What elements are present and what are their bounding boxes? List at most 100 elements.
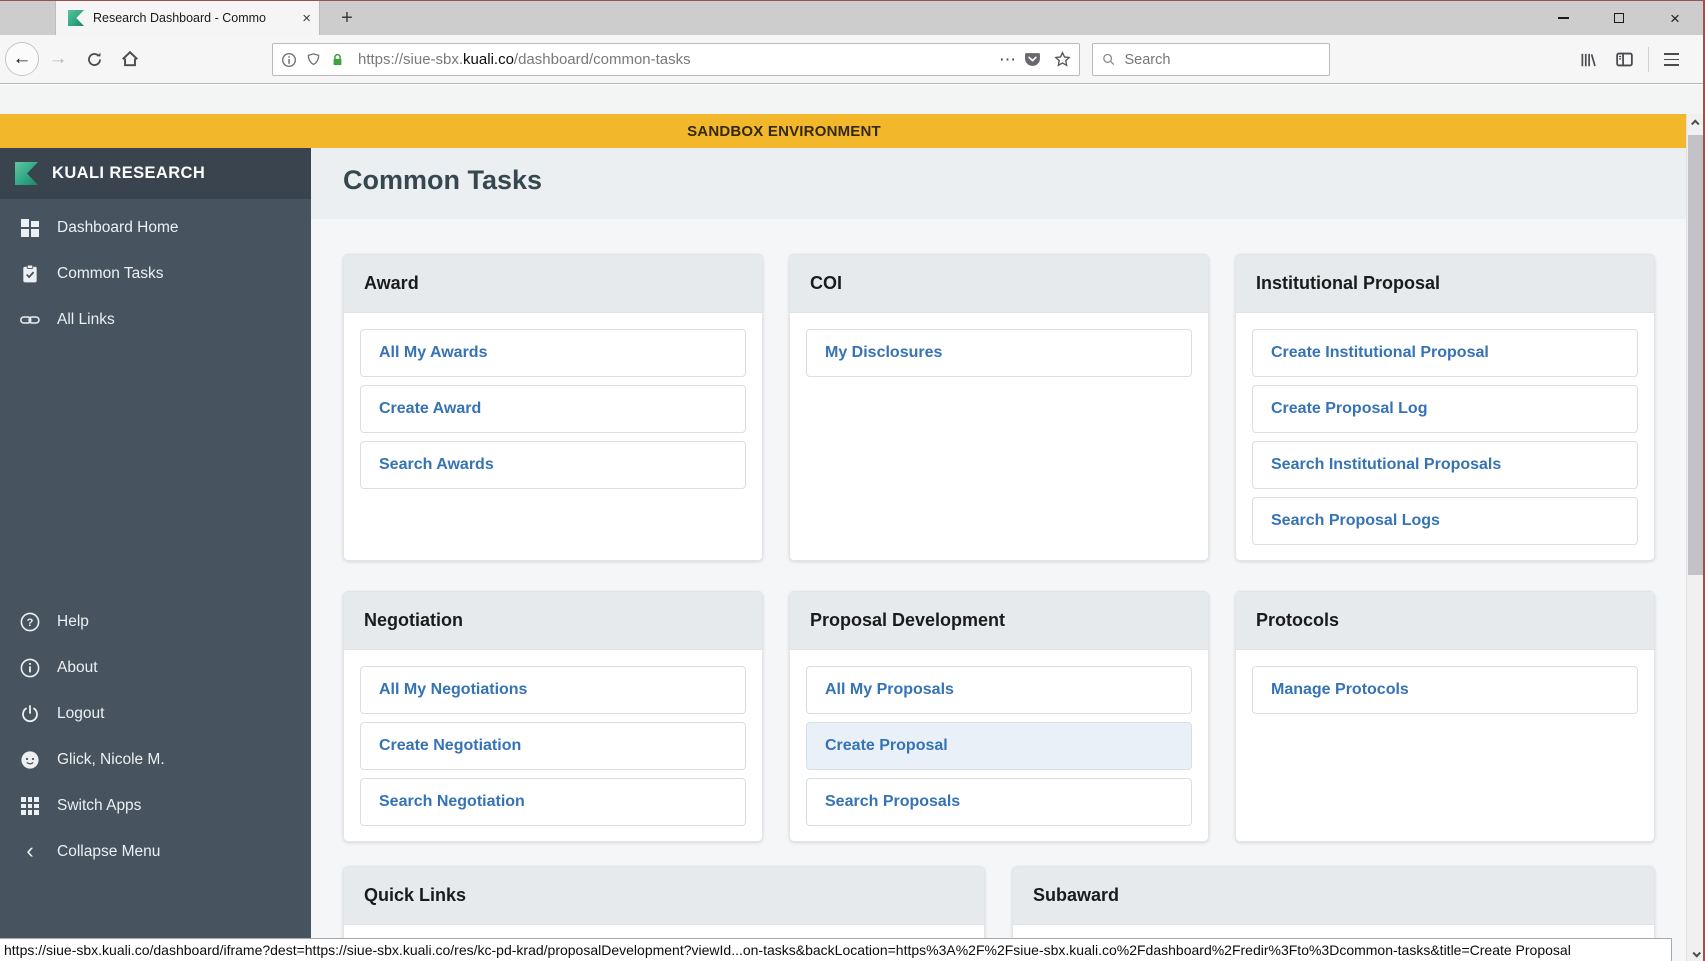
- tab-title: Research Dashboard - Commo: [93, 11, 297, 25]
- link-all-my-negotiations[interactable]: All My Negotiations: [360, 666, 746, 714]
- vertical-scrollbar[interactable]: [1686, 114, 1703, 961]
- info-circle-icon: [20, 658, 40, 678]
- link-all-my-awards[interactable]: All My Awards: [360, 329, 746, 377]
- chevron-up-icon: [1690, 118, 1700, 128]
- sandbox-environment-banner: SANDBOX ENVIRONMENT: [0, 114, 1688, 148]
- clipboard-check-icon: [20, 264, 40, 284]
- sidebar-item-about[interactable]: About: [0, 645, 311, 691]
- card-award: Award All My Awards Create Award Search …: [343, 254, 763, 561]
- maximize-button[interactable]: [1591, 1, 1647, 35]
- card-coi: COI My Disclosures: [789, 254, 1209, 561]
- main-content: Common Tasks Award All My Awards Create …: [311, 148, 1688, 961]
- link-create-award[interactable]: Create Award: [360, 385, 746, 433]
- sidebar-item-dashboard-home[interactable]: Dashboard Home: [0, 205, 311, 251]
- search-icon: [1103, 53, 1115, 65]
- scroll-up-button[interactable]: [1687, 114, 1703, 131]
- page-info-icon[interactable]: [281, 52, 297, 68]
- tab-title-fade: [272, 11, 297, 25]
- toolbar-separator: [1648, 47, 1649, 72]
- card-title-institutional-proposal: Institutional Proposal: [1256, 273, 1441, 293]
- card-title-protocols: Protocols: [1256, 610, 1340, 630]
- back-button[interactable]: ←: [5, 42, 39, 76]
- page-title: Common Tasks: [343, 165, 543, 195]
- scroll-down-button[interactable]: [1687, 945, 1703, 961]
- page-actions-icon[interactable]: ⋯: [999, 50, 1017, 70]
- link-search-proposal-logs[interactable]: Search Proposal Logs: [1252, 497, 1638, 545]
- forward-button[interactable]: →: [43, 44, 73, 74]
- sidebar-item-logout[interactable]: Logout: [0, 691, 311, 737]
- tab-close-icon[interactable]: ×: [302, 11, 311, 26]
- sidebar: KUALI RESEARCH Dashboard Home Common Tas…: [0, 148, 311, 961]
- library-icon: [1581, 53, 1596, 66]
- browser-window: Research Dashboard - Commo × + × ← → htt…: [0, 0, 1705, 961]
- search-input[interactable]: [1124, 51, 1320, 68]
- link-search-awards[interactable]: Search Awards: [360, 441, 746, 489]
- window-controls: ×: [1535, 1, 1703, 35]
- pocket-icon[interactable]: [1024, 51, 1041, 68]
- maximize-icon: [1614, 13, 1624, 23]
- tab-bar: Research Dashboard - Commo × + ×: [0, 1, 1703, 35]
- card-title-quick-links: Quick Links: [364, 885, 467, 905]
- status-url-preview: https://siue-sbx.kuali.co/dashboard/ifra…: [0, 938, 1672, 961]
- apps-grid-icon: [20, 796, 40, 816]
- toolbar-right: [1567, 43, 1685, 76]
- scrollbar-thumb[interactable]: [1688, 135, 1703, 575]
- link-create-proposal-log[interactable]: Create Proposal Log: [1252, 385, 1638, 433]
- card-title-subaward: Subaward: [1033, 885, 1120, 905]
- card-negotiation: Negotiation All My Negotiations Create N…: [343, 591, 763, 842]
- chevron-left-icon: ‹: [26, 837, 34, 863]
- card-title-award: Award: [364, 273, 419, 293]
- tracking-shield-icon[interactable]: [306, 52, 321, 68]
- link-my-disclosures[interactable]: My Disclosures: [806, 329, 1192, 377]
- reload-icon: [87, 52, 101, 66]
- brand-title: KUALI RESEARCH: [52, 164, 206, 182]
- kuali-favicon-icon: [68, 10, 84, 26]
- sidebar-header: KUALI RESEARCH: [0, 148, 311, 199]
- sidebar-item-switch-apps[interactable]: Switch Apps: [0, 783, 311, 829]
- link-search-proposals[interactable]: Search Proposals: [806, 778, 1192, 826]
- close-icon: ×: [1670, 8, 1680, 28]
- browser-tab[interactable]: Research Dashboard - Commo ×: [55, 1, 320, 35]
- svg-text:?: ?: [27, 617, 34, 629]
- search-bar[interactable]: [1092, 43, 1330, 76]
- card-title-coi: COI: [810, 273, 843, 293]
- sidebar-item-user[interactable]: Glick, Nicole M.: [0, 737, 311, 783]
- kuali-logo-icon: [15, 162, 38, 185]
- help-circle-icon: ?: [20, 612, 40, 632]
- card-protocols: Protocols Manage Protocols: [1235, 591, 1655, 842]
- power-icon: [20, 704, 40, 724]
- sidebar-item-collapse-menu[interactable]: ‹ Collapse Menu: [0, 829, 311, 875]
- url-text: https://siue-sbx.kuali.co/dashboard/comm…: [358, 51, 691, 68]
- sidebar-item-all-links[interactable]: All Links: [0, 297, 311, 343]
- card-title-proposal-development: Proposal Development: [810, 610, 1006, 630]
- minimize-icon: [1557, 17, 1569, 19]
- home-button[interactable]: [115, 44, 145, 74]
- sidebar-toggle-button[interactable]: [1609, 45, 1639, 75]
- link-create-institutional-proposal[interactable]: Create Institutional Proposal: [1252, 329, 1638, 377]
- link-search-institutional-proposals[interactable]: Search Institutional Proposals: [1252, 441, 1638, 489]
- bookmarks-strip: [0, 85, 1703, 114]
- library-button[interactable]: [1573, 45, 1603, 75]
- bookmark-star-icon[interactable]: [1054, 51, 1071, 68]
- secure-lock-icon[interactable]: [330, 52, 345, 68]
- link-create-negotiation[interactable]: Create Negotiation: [360, 722, 746, 770]
- dashboard-grid-icon: [20, 218, 40, 238]
- close-button[interactable]: ×: [1647, 1, 1703, 35]
- link-manage-protocols[interactable]: Manage Protocols: [1252, 666, 1638, 714]
- navigation-toolbar: ← → https://siue-sbx.kuali.co/dashboard/…: [0, 35, 1703, 84]
- reload-button[interactable]: [79, 44, 109, 74]
- link-all-my-proposals[interactable]: All My Proposals: [806, 666, 1192, 714]
- sidebar-panel-icon: [1615, 52, 1633, 67]
- card-institutional-proposal: Institutional Proposal Create Institutio…: [1235, 254, 1655, 561]
- chevron-down-icon: [1691, 948, 1701, 958]
- card-proposal-development: Proposal Development All My Proposals Cr…: [789, 591, 1209, 842]
- sidebar-item-help[interactable]: ? Help: [0, 599, 311, 645]
- link-create-proposal[interactable]: Create Proposal: [806, 722, 1192, 770]
- url-bar[interactable]: https://siue-sbx.kuali.co/dashboard/comm…: [272, 43, 1080, 76]
- link-icon: [20, 310, 40, 330]
- menu-button[interactable]: [1658, 49, 1685, 69]
- link-search-negotiation[interactable]: Search Negotiation: [360, 778, 746, 826]
- sidebar-item-common-tasks[interactable]: Common Tasks: [0, 251, 311, 297]
- new-tab-button[interactable]: +: [330, 1, 364, 35]
- minimize-button[interactable]: [1535, 1, 1591, 35]
